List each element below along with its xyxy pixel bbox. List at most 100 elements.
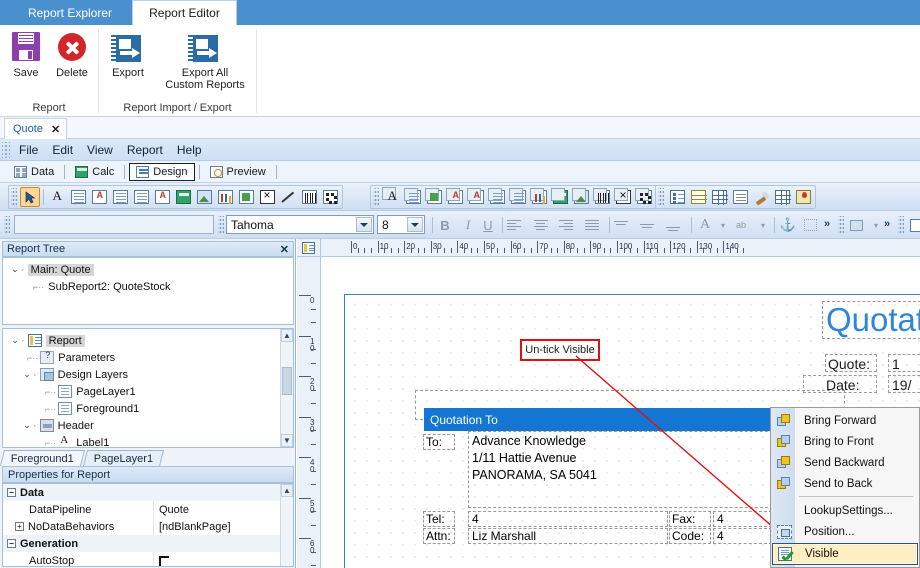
layer-tab-pagelayer1[interactable]: PageLayer1 bbox=[83, 450, 165, 466]
menu-grip-handle[interactable] bbox=[2, 141, 10, 158]
attn-value-frame[interactable]: Liz Marshall bbox=[468, 528, 668, 544]
export-all-custom-reports-button[interactable]: Export All Custom Reports bbox=[157, 34, 253, 91]
scroll-down-icon[interactable]: ▼ bbox=[281, 434, 293, 447]
property-datapipeline-value[interactable]: Quote bbox=[153, 501, 293, 518]
tree-item-design-layers[interactable]: ⌄ · Design Layers bbox=[3, 366, 293, 383]
chevron-down-icon[interactable] bbox=[356, 217, 372, 232]
font-name-combo[interactable]: Tahoma bbox=[226, 215, 374, 234]
tree-item-main-quote[interactable]: ⌄ · Main: Quote bbox=[3, 261, 293, 278]
layer-tab-foreground1[interactable]: Foreground1 bbox=[0, 450, 85, 466]
context-menu-item-send-backward[interactable]: Send Backward bbox=[772, 452, 918, 474]
tree-item-header[interactable]: ⌄ · Header bbox=[3, 417, 293, 434]
align-middle-button[interactable] bbox=[638, 215, 658, 235]
object-selector-combo[interactable] bbox=[14, 215, 214, 234]
anchor-button[interactable]: ⚓ bbox=[778, 215, 798, 235]
close-icon[interactable]: ✕ bbox=[280, 243, 289, 256]
bold-button[interactable]: B bbox=[435, 215, 455, 235]
font-color-dropdown[interactable]: ▾ bbox=[713, 215, 733, 235]
align-top-button[interactable] bbox=[612, 215, 632, 235]
toolbar-grip-6[interactable] bbox=[838, 216, 844, 234]
code-label-frame[interactable]: Code: bbox=[669, 528, 711, 544]
menu-help[interactable]: Help bbox=[170, 141, 209, 159]
stretch-button[interactable] bbox=[800, 215, 820, 235]
ribbon-tab-report-editor[interactable]: Report Editor bbox=[132, 0, 237, 25]
format-overflow-chevron[interactable]: » bbox=[824, 218, 830, 230]
report-structure-tree[interactable]: ⌄ · Report ⌐·· Parameters ⌄ · Design Lay… bbox=[2, 328, 294, 448]
save-button[interactable]: Save bbox=[0, 30, 52, 79]
tab-preview[interactable]: Preview bbox=[204, 164, 272, 180]
tree-item-report[interactable]: ⌄ · Report bbox=[3, 332, 293, 349]
highlight-color-dropdown[interactable]: ▾ bbox=[753, 215, 773, 235]
context-menu-item-visible[interactable]: Visible bbox=[772, 543, 918, 565]
toolbar-grip-2[interactable] bbox=[373, 188, 379, 206]
date-value-frame[interactable]: 19/ bbox=[888, 375, 920, 393]
context-menu-item-lookup-settings[interactable]: LookupSettings... bbox=[772, 500, 918, 522]
address-lines-frame[interactable]: Advance Knowledge 1/11 Hattie Avenue PAN… bbox=[468, 431, 798, 508]
ribbon-tab-report-explorer[interactable]: Report Explorer bbox=[8, 0, 132, 25]
expand-icon[interactable]: + bbox=[15, 522, 24, 531]
tel-label-frame[interactable]: Tel: bbox=[423, 511, 455, 527]
italic-button[interactable]: I bbox=[458, 215, 478, 235]
fax-label-frame[interactable]: Fax: bbox=[669, 511, 711, 527]
property-nodatabehaviors-value[interactable]: [ndBlankPage] bbox=[153, 518, 293, 535]
chevron-down-icon[interactable]: ⌄ bbox=[21, 369, 33, 380]
tel-value-frame[interactable]: 4 bbox=[468, 511, 668, 527]
context-menu-item-position[interactable]: Position... bbox=[772, 521, 918, 543]
highlight-color-button[interactable]: ab bbox=[731, 215, 751, 235]
chevron-down-icon[interactable]: ⌄ bbox=[9, 264, 21, 275]
new-page-button[interactable] bbox=[905, 215, 920, 235]
tab-design[interactable]: Design bbox=[129, 162, 195, 181]
chevron-down-icon[interactable] bbox=[407, 217, 423, 232]
property-category-generation[interactable]: − Generation bbox=[3, 535, 293, 552]
tree-vertical-scrollbar[interactable]: ▲ ▼ bbox=[280, 329, 293, 447]
report-title-frame[interactable]: Quotation bbox=[822, 301, 920, 339]
tree-item-parameters[interactable]: ⌐·· Parameters bbox=[3, 349, 293, 366]
property-row-datapipeline[interactable]: DataPipeline Quote bbox=[3, 501, 293, 518]
main-report-tree[interactable]: ⌄ · Main: Quote ⌐·· SubReport2: QuoteSto… bbox=[2, 257, 294, 325]
toolbar-grip-5[interactable] bbox=[218, 216, 224, 234]
align-bottom-button[interactable] bbox=[664, 215, 684, 235]
checkbox-icon[interactable] bbox=[159, 555, 169, 566]
delete-button[interactable]: Delete bbox=[46, 30, 98, 79]
fill-color-button[interactable] bbox=[846, 215, 866, 235]
properties-grid[interactable]: − Data DataPipeline Quote + NoDataBehavi… bbox=[2, 483, 294, 567]
menu-file[interactable]: File bbox=[12, 141, 45, 159]
quote-label-frame[interactable]: Quote: bbox=[825, 354, 877, 372]
close-icon[interactable]: ✕ bbox=[51, 123, 60, 136]
collapse-icon[interactable]: − bbox=[7, 539, 16, 548]
scroll-up-icon[interactable]: ▲ bbox=[281, 484, 293, 497]
property-row-autostop[interactable]: AutoStop bbox=[3, 552, 293, 566]
toolbar-grip-1[interactable] bbox=[11, 188, 17, 206]
font-size-combo[interactable]: 8 bbox=[377, 215, 425, 234]
chevron-down-icon[interactable]: ⌄ bbox=[21, 420, 33, 431]
document-tab-quote[interactable]: Quote ✕ bbox=[4, 118, 68, 139]
to-label-frame[interactable]: To: bbox=[423, 434, 455, 450]
tree-item-label1[interactable]: ⌐·· Label1 bbox=[3, 434, 293, 447]
collapse-icon[interactable]: − bbox=[7, 488, 16, 497]
context-menu-item-bring-forward[interactable]: Bring Forward bbox=[772, 410, 918, 432]
font-color-button[interactable]: A bbox=[695, 215, 715, 235]
align-right-button[interactable] bbox=[557, 215, 577, 235]
context-menu-item-send-to-back[interactable]: Send to Back bbox=[772, 473, 918, 495]
quote-value-frame[interactable]: 1 bbox=[888, 354, 920, 372]
attn-label-frame[interactable]: Attn: bbox=[423, 528, 455, 544]
toolbar-grip-4[interactable] bbox=[4, 216, 10, 234]
properties-vertical-scrollbar[interactable]: ▲ bbox=[280, 484, 293, 566]
tree-item-subreport2[interactable]: ⌐·· SubReport2: QuoteStock bbox=[3, 278, 293, 295]
toolbar-grip-3[interactable] bbox=[658, 188, 664, 206]
underline-button[interactable]: U bbox=[478, 215, 498, 235]
menu-view[interactable]: View bbox=[80, 141, 120, 159]
align-left-button[interactable] bbox=[505, 215, 525, 235]
context-menu-item-bring-to-front[interactable]: Bring to Front bbox=[772, 431, 918, 453]
tree-item-pagelayer1[interactable]: ⌐·· PageLayer1 bbox=[3, 383, 293, 400]
chevron-down-icon[interactable]: ⌄ bbox=[9, 335, 21, 346]
menu-edit[interactable]: Edit bbox=[45, 141, 80, 159]
toolbar-grip-7[interactable] bbox=[898, 216, 904, 234]
scroll-up-icon[interactable]: ▲ bbox=[281, 329, 293, 342]
tab-data[interactable]: Data bbox=[8, 164, 60, 180]
tree-item-foreground1[interactable]: ⌐·· Foreground1 bbox=[3, 400, 293, 417]
tab-calc[interactable]: Calc bbox=[69, 164, 120, 180]
align-justify-button[interactable] bbox=[583, 215, 603, 235]
property-autostop-value[interactable] bbox=[153, 552, 293, 566]
scroll-thumb[interactable] bbox=[282, 367, 292, 395]
